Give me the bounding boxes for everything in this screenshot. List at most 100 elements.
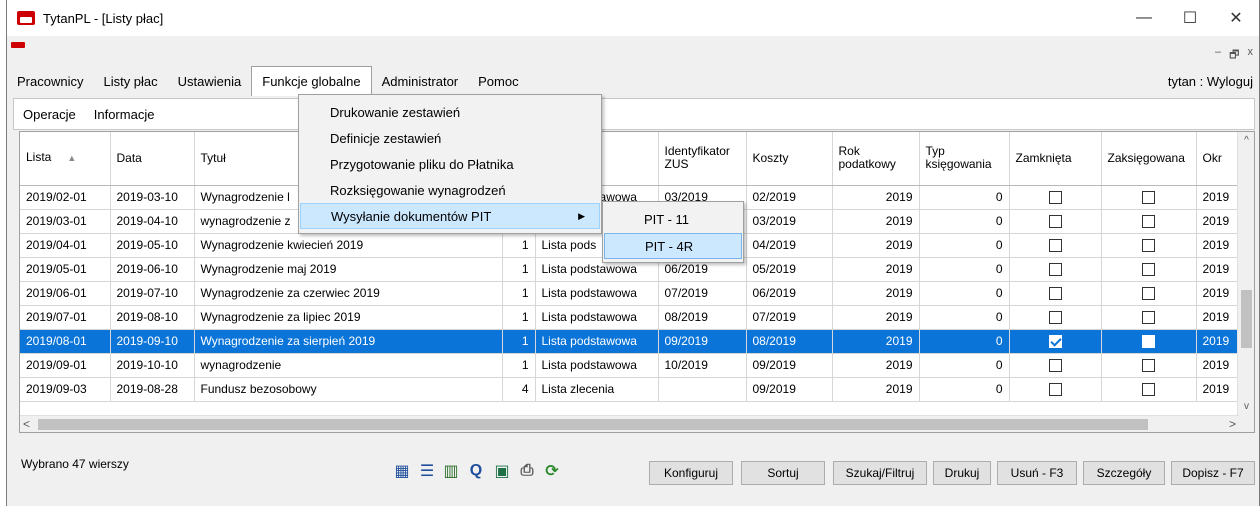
scroll-down-icon[interactable]: v [1238,398,1254,415]
tab-operacje[interactable]: Operacje [14,107,85,122]
posted-checkbox[interactable] [1142,335,1155,349]
submenu-item-pit11[interactable]: PIT - 11 [604,206,742,232]
cell-zamk [1009,257,1102,282]
menu-item-wysylanie-pit[interactable]: Wysyłanie dokumentów PIT ▶ [300,203,600,229]
scroll-right-icon[interactable]: > [1229,416,1236,432]
minimize-button[interactable]: — [1121,0,1167,36]
posted-checkbox[interactable] [1142,191,1155,205]
cell-rodzaj: Lista zlecenia [535,377,659,402]
cell-koszty: 06/2019 [746,281,833,306]
cell-typ: 0 [919,305,1010,330]
closed-checkbox[interactable] [1048,215,1062,229]
horizontal-scroll-thumb[interactable] [38,419,1148,430]
col-header-typ[interactable]: Typ księgowania [919,132,1010,186]
cell-tytul: Fundusz bezosobowy [194,377,503,402]
submenu-item-pit4r[interactable]: PIT - 4R [604,233,742,259]
col-header-zus[interactable]: Identyfikator ZUS [658,132,747,186]
posted-checkbox[interactable] [1142,383,1155,397]
cell-rodzaj: Lista podstawowa [535,353,659,378]
tab-informacje[interactable]: Informacje [85,107,164,122]
table-row[interactable]: 2019/08-01 2019-09-10 Wynagrodzenie za sie… [20,329,1239,354]
cell-typ: 0 [919,185,1010,210]
table-row[interactable]: 2019/06-01 2019-07-10 Wynagrodzenie za cze… [20,281,1239,306]
horizontal-scrollbar[interactable]: < > [20,415,1239,432]
menu-bar: Pracownicy Listy płac Ustawienia Funkcje… [7,66,1259,96]
vertical-scroll-thumb[interactable] [1241,290,1252,348]
col-header-zaksiegowana[interactable]: Zaksięgowana [1101,132,1197,186]
add-button[interactable]: Dopisz - F7 [1171,461,1255,485]
menu-item-rozksiegowanie[interactable]: Rozksięgowanie wynagrodzeń [300,177,600,203]
close-button[interactable]: ✕ [1213,0,1259,36]
closed-checkbox[interactable] [1048,311,1062,325]
list-view-icon[interactable]: ☰ [418,462,436,480]
cell-okr: 2019 [1196,281,1239,306]
cell-koszty: 02/2019 [746,185,833,210]
title-bar: TytanPL - [Listy płac] — ☐ ✕ [7,0,1259,36]
search-filter-button[interactable]: Szukaj/Filtruj [833,461,927,485]
col-header-okr[interactable]: Okr [1196,132,1239,186]
cell-nr: 1 [502,281,536,306]
table-row[interactable]: 2019/09-01 2019-10-10 wynagrodzenie 1 Lista … [20,353,1239,378]
posted-checkbox[interactable] [1142,359,1155,373]
menu-funkcje-globalne[interactable]: Funkcje globalne [251,66,372,96]
closed-checkbox[interactable] [1048,359,1062,373]
menu-item-drukowanie[interactable]: Drukowanie zestawień [300,99,600,125]
refresh-icon[interactable]: ⟳ [543,462,561,480]
closed-checkbox[interactable] [1048,263,1062,277]
posted-checkbox[interactable] [1142,239,1155,253]
menu-item-definicje[interactable]: Definicje zestawień [300,125,600,151]
logout-link[interactable]: tytan : Wyloguj [1168,66,1253,96]
cell-nr: 1 [502,257,536,282]
scroll-up-icon[interactable]: ^ [1238,132,1254,149]
window-controls: — ☐ ✕ [1121,0,1259,36]
menu-listy-plac[interactable]: Listy płac [93,66,167,96]
vertical-scrollbar[interactable]: ^ v [1237,132,1254,432]
cell-zus: 07/2019 [658,281,747,306]
cell-okr: 2019 [1196,185,1239,210]
cell-okr: 2019 [1196,353,1239,378]
cell-nr: 4 [502,377,536,402]
grid-view-icon[interactable]: ▦ [393,462,411,480]
col-header-lista[interactable]: Lista ▲ [20,132,111,186]
scroll-left-icon[interactable]: < [23,416,30,432]
posted-checkbox[interactable] [1142,263,1155,277]
closed-checkbox[interactable] [1048,335,1062,349]
query-icon[interactable]: Q [467,462,485,480]
cell-koszty: 08/2019 [746,329,833,354]
closed-checkbox[interactable] [1048,239,1062,253]
cell-zaks [1101,257,1197,282]
delete-button[interactable]: Usuń - F3 [997,461,1077,485]
mdi-minimize-button[interactable]: – [1215,46,1221,65]
table-row[interactable]: 2019/09-03 2019-08-28 Fundusz bezosobowy 4 L… [20,377,1239,402]
col-header-zamknieta[interactable]: Zamknięta [1009,132,1102,186]
menu-item-platnik[interactable]: Przygotowanie pliku do Płatnika [300,151,600,177]
menu-administrator[interactable]: Administrator [372,66,469,96]
col-header-data[interactable]: Data [110,132,195,186]
sort-asc-icon: ▲ [67,153,77,164]
posted-checkbox[interactable] [1142,215,1155,229]
menu-ustawienia[interactable]: Ustawienia [168,66,252,96]
configure-button[interactable]: Konfiguruj [649,461,733,485]
chart-icon[interactable]: ▥ [442,462,460,480]
menu-pracownicy[interactable]: Pracownicy [7,66,93,96]
table-row[interactable]: 2019/07-01 2019-08-10 Wynagrodzenie za lip… [20,305,1239,330]
posted-checkbox[interactable] [1142,311,1155,325]
details-button[interactable]: Szczegóły [1083,461,1165,485]
excel-icon[interactable]: ▣ [493,462,511,480]
payroll-grid: Lista ▲ Data Tytuł Identyfikator ZUS Kosz… [19,131,1255,433]
cell-tytul: Wynagrodzenie za sierpień 2019 [194,329,503,354]
closed-checkbox[interactable] [1048,287,1062,301]
sort-button[interactable]: Sortuj [741,461,825,485]
col-header-rok[interactable]: Rok podatkowy [832,132,920,186]
mdi-close-button[interactable]: x [1248,46,1254,65]
cell-okr: 2019 [1196,377,1239,402]
closed-checkbox[interactable] [1048,191,1062,205]
closed-checkbox[interactable] [1048,383,1062,397]
mdi-restore-button[interactable]: 🗗 [1229,46,1239,65]
posted-checkbox[interactable] [1142,287,1155,301]
print-button[interactable]: Drukuj [933,461,991,485]
menu-pomoc[interactable]: Pomoc [468,66,528,96]
print-icon[interactable]: ⎙ [518,462,536,480]
col-header-koszty[interactable]: Koszty [746,132,833,186]
maximize-button[interactable]: ☐ [1167,0,1213,36]
